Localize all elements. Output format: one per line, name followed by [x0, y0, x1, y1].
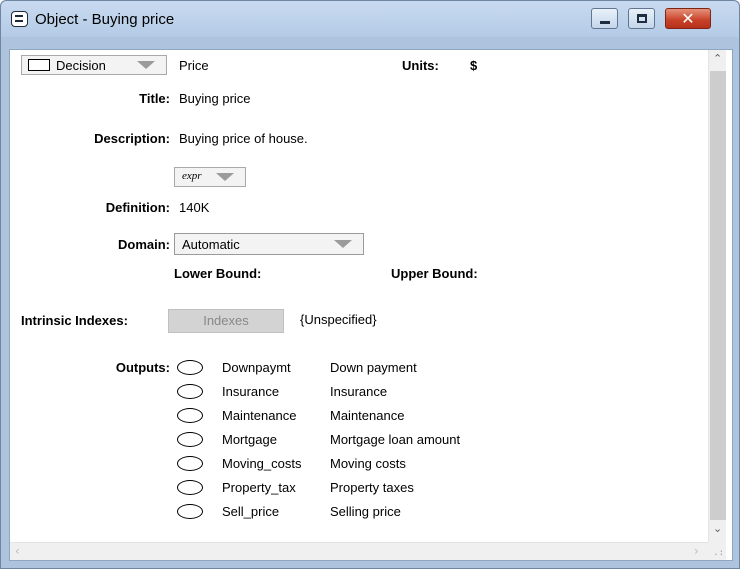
horizontal-scrollbar[interactable]: ‹ ›: [10, 542, 708, 560]
scroll-up-icon[interactable]: ⌃: [713, 52, 722, 65]
output-identifier[interactable]: Mortgage: [222, 432, 277, 447]
variable-node-icon: [177, 360, 203, 375]
close-icon: ✕: [681, 9, 695, 28]
close-button[interactable]: ✕: [665, 8, 711, 29]
definition-field[interactable]: 140K: [179, 200, 209, 215]
domain-value: Automatic: [182, 237, 240, 252]
variable-node-icon: [177, 384, 203, 399]
output-title: Insurance: [330, 384, 388, 399]
variable-node-icon: [177, 480, 203, 495]
units-field[interactable]: $: [470, 58, 477, 73]
maximize-button[interactable]: [628, 8, 655, 29]
variable-node-icon: [177, 456, 203, 471]
resize-grip-icon: .:: [713, 548, 724, 558]
scroll-down-icon[interactable]: ⌄: [713, 522, 722, 535]
output-title: Selling price: [330, 504, 401, 519]
title-field[interactable]: Buying price: [179, 91, 251, 106]
intrinsic-indexes-label: Intrinsic Indexes:: [21, 313, 128, 328]
object-form: Decision Price Units: $ Title: Buying pr…: [9, 49, 733, 561]
chevron-down-icon: [334, 240, 352, 248]
scroll-right-icon[interactable]: ›: [694, 544, 699, 558]
minimize-button[interactable]: [591, 8, 618, 29]
class-dropdown[interactable]: Decision: [21, 55, 167, 75]
output-title: Property taxes: [330, 480, 414, 495]
variable-node-icon: [177, 408, 203, 423]
output-identifier[interactable]: Insurance: [222, 384, 279, 399]
variable-node-icon: [177, 432, 203, 447]
intrinsic-indexes-value: {Unspecified}: [300, 312, 377, 327]
decision-node-icon: [28, 59, 50, 71]
output-title: Down payment: [330, 360, 417, 375]
output-title: Maintenance: [330, 408, 405, 423]
output-identifier[interactable]: Sell_price: [222, 504, 279, 519]
domain-label: Domain:: [118, 237, 170, 252]
minimize-icon: [600, 21, 610, 24]
maximize-icon: [637, 14, 647, 23]
output-identifier[interactable]: Moving_costs: [222, 456, 301, 471]
domain-dropdown[interactable]: Automatic: [174, 233, 364, 255]
scroll-left-icon[interactable]: ‹: [15, 544, 20, 558]
output-identifier[interactable]: Downpaymt: [222, 360, 291, 375]
description-label: Description:: [94, 131, 170, 146]
chevron-down-icon: [216, 173, 234, 181]
title-label: Title:: [139, 91, 170, 106]
description-field[interactable]: Buying price of house.: [179, 131, 308, 146]
upper-bound-label: Upper Bound:: [391, 266, 478, 281]
vertical-scroll-thumb[interactable]: [710, 71, 726, 520]
class-value: Decision: [56, 58, 106, 73]
units-label: Units:: [402, 58, 439, 73]
output-identifier[interactable]: Maintenance: [222, 408, 296, 423]
identifier-field[interactable]: Price: [179, 58, 209, 73]
object-window: Object - Buying price ✕ Decision Price U…: [0, 0, 740, 569]
output-title: Mortgage loan amount: [330, 432, 461, 447]
window-title: Object - Buying price: [35, 11, 175, 28]
title-bar[interactable]: Object - Buying price ✕: [1, 1, 739, 37]
expr-option: expr: [182, 170, 202, 182]
outputs-label: Outputs:: [115, 360, 170, 375]
vertical-scrollbar[interactable]: ⌃ ⌄: [708, 50, 726, 542]
output-title: Moving costs: [330, 456, 406, 471]
indexes-button[interactable]: Indexes: [168, 309, 284, 333]
output-identifier[interactable]: Property_tax: [222, 480, 296, 495]
variable-node-icon: [177, 504, 203, 519]
size-grip[interactable]: .:: [708, 542, 726, 560]
definition-label: Definition:: [105, 200, 170, 215]
definition-type-dropdown[interactable]: expr: [174, 167, 246, 187]
lower-bound-label: Lower Bound:: [174, 266, 262, 281]
object-window-icon: [11, 11, 28, 27]
chevron-down-icon: [137, 61, 155, 69]
